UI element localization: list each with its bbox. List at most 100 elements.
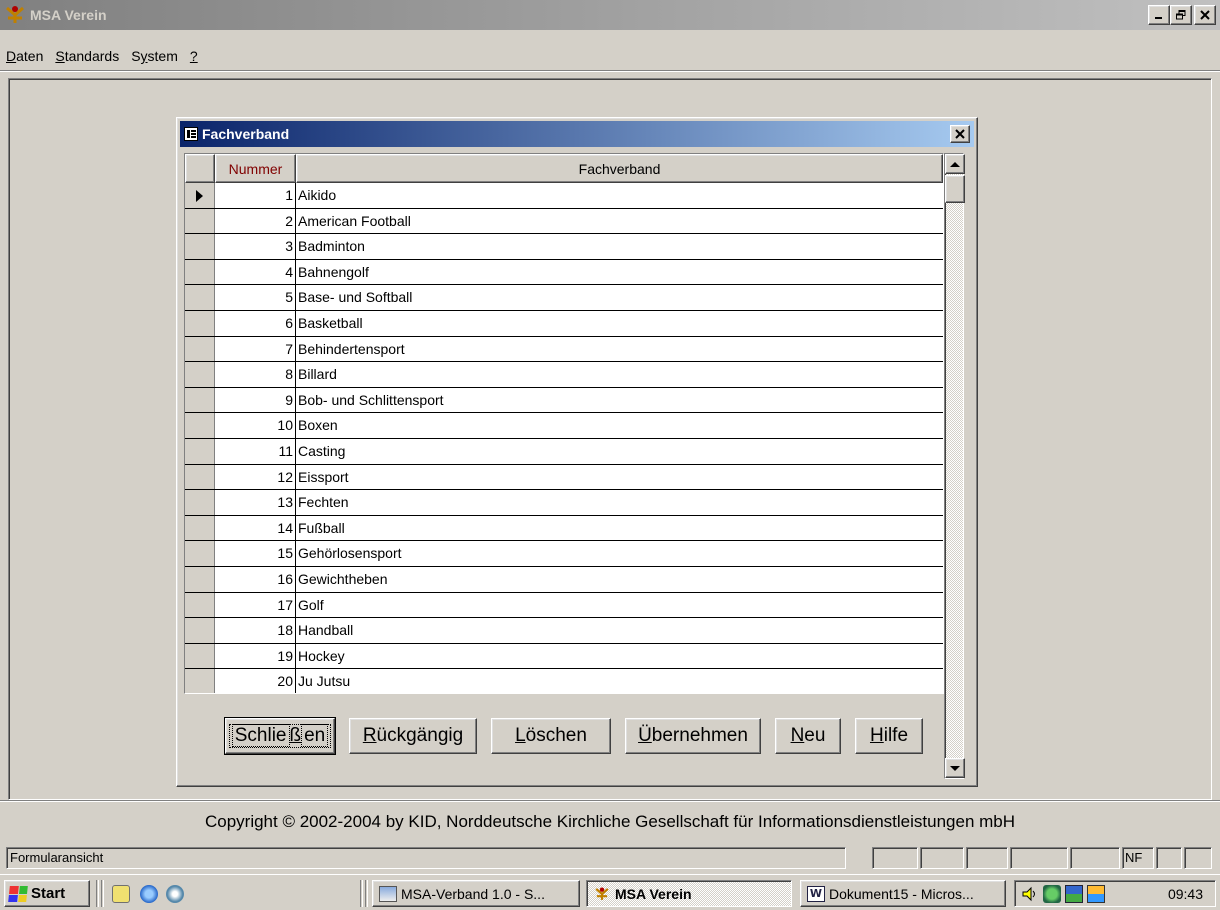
record-selector[interactable] [185, 362, 215, 387]
news-icon[interactable] [1065, 884, 1083, 903]
table-row[interactable]: 17 Golf [185, 592, 943, 619]
cell-nummer[interactable]: 20 [215, 669, 296, 693]
cell-fachverband[interactable]: Golf [296, 593, 943, 618]
record-selector[interactable] [185, 438, 215, 464]
record-selector[interactable] [185, 413, 215, 438]
table-row[interactable]: 10 Boxen [185, 413, 943, 439]
rueckgaengig-button[interactable]: Rückgängig [349, 718, 477, 754]
form-close-button[interactable] [950, 125, 970, 143]
menu-help[interactable]: ? [184, 48, 204, 64]
column-header-nummer[interactable]: Nummer [215, 154, 296, 183]
table-row[interactable]: 8 Billard [185, 362, 943, 388]
volume-icon[interactable] [1021, 885, 1039, 903]
record-selector[interactable] [185, 387, 215, 413]
table-row[interactable]: 5 Base- und Softball [185, 285, 943, 311]
table-row[interactable]: 2 American Football [185, 208, 943, 235]
column-header-fachverband[interactable]: Fachverband [296, 154, 943, 183]
hilfe-button[interactable]: Hilfe [855, 718, 923, 754]
table-row[interactable]: 3 Badminton [185, 234, 943, 260]
table-row[interactable]: 12 Eissport [185, 464, 943, 491]
scroll-up-button[interactable] [945, 154, 965, 174]
cell-nummer[interactable]: 6 [215, 310, 296, 336]
record-selector[interactable] [185, 310, 215, 336]
table-row[interactable]: 11 Casting [185, 438, 943, 465]
minimize-button[interactable] [1148, 5, 1170, 25]
cell-nummer[interactable]: 13 [215, 490, 296, 515]
record-selector[interactable] [185, 336, 215, 362]
record-selector[interactable] [185, 183, 215, 208]
app-tray-icon[interactable] [1087, 884, 1105, 903]
table-row[interactable]: 14 Fußball [185, 515, 943, 542]
record-selector[interactable] [185, 515, 215, 541]
select-all-cell[interactable] [185, 154, 215, 183]
show-desktop-icon[interactable] [112, 885, 130, 903]
record-selector[interactable] [185, 566, 215, 592]
vertical-scrollbar[interactable] [944, 153, 965, 779]
table-row[interactable]: 18 Handball [185, 618, 943, 644]
cell-fachverband[interactable]: Eissport [296, 465, 943, 490]
table-row[interactable]: 13 Fechten [185, 490, 943, 516]
cell-nummer[interactable]: 12 [215, 464, 296, 490]
scroll-thumb[interactable] [945, 175, 965, 203]
task-msa-verband[interactable]: MSA-Verband 1.0 - S... [372, 880, 580, 907]
table-row[interactable]: 19 Hockey [185, 643, 943, 670]
cell-nummer[interactable]: 14 [215, 515, 296, 541]
record-selector[interactable] [185, 208, 215, 234]
cell-nummer[interactable]: 5 [215, 285, 296, 310]
table-row[interactable]: 15 Gehörlosensport [185, 541, 943, 567]
cell-fachverband[interactable]: Bob- und Schlittensport [296, 388, 943, 413]
table-row[interactable]: 16 Gewichtheben [185, 566, 943, 593]
cell-fachverband[interactable]: Gewichtheben [296, 567, 943, 592]
record-selector[interactable] [185, 592, 215, 618]
scroll-down-button[interactable] [945, 758, 965, 778]
start-button[interactable]: Start [4, 880, 90, 907]
cell-nummer[interactable]: 15 [215, 541, 296, 566]
cell-nummer[interactable]: 8 [215, 362, 296, 387]
record-selector[interactable] [185, 285, 215, 310]
cell-nummer[interactable]: 3 [215, 234, 296, 259]
cell-fachverband[interactable]: Casting [296, 439, 943, 464]
form-title-bar[interactable]: Fachverband [180, 121, 974, 147]
cell-fachverband[interactable]: Bahnengolf [296, 260, 943, 285]
record-selector[interactable] [185, 541, 215, 566]
cell-fachverband[interactable]: Hockey [296, 644, 943, 669]
task-word-document[interactable]: W Dokument15 - Micros... [800, 880, 1006, 907]
menu-standards[interactable]: Standards [49, 48, 125, 64]
cell-nummer[interactable]: 19 [215, 643, 296, 669]
cell-fachverband[interactable]: Boxen [296, 413, 943, 438]
record-selector[interactable] [185, 490, 215, 515]
close-button[interactable] [1194, 5, 1216, 25]
restore-button[interactable] [1170, 5, 1192, 25]
cell-fachverband[interactable]: Basketball [296, 311, 943, 336]
cell-fachverband[interactable]: Billard [296, 362, 943, 387]
table-row[interactable]: 9 Bob- und Schlittensport [185, 387, 943, 414]
menu-daten[interactable]: Daten [0, 48, 49, 64]
cell-nummer[interactable]: 1 [215, 183, 296, 208]
cell-fachverband[interactable]: Handball [296, 618, 943, 643]
loeschen-button[interactable]: Löschen [491, 718, 611, 754]
table-row[interactable]: 20 Ju Jutsu [185, 669, 943, 693]
cell-fachverband[interactable]: Fechten [296, 490, 943, 515]
cell-nummer[interactable]: 18 [215, 618, 296, 643]
cell-fachverband[interactable]: American Football [296, 209, 943, 234]
menu-system[interactable]: System [125, 48, 184, 64]
network-icon[interactable] [1043, 884, 1061, 903]
record-selector[interactable] [185, 259, 215, 285]
record-selector[interactable] [185, 618, 215, 643]
cell-nummer[interactable]: 2 [215, 208, 296, 234]
cell-fachverband[interactable]: Gehörlosensport [296, 541, 943, 566]
table-row[interactable]: 6 Basketball [185, 310, 943, 337]
internet-explorer-icon[interactable] [140, 885, 158, 903]
record-selector[interactable] [185, 643, 215, 669]
cell-nummer[interactable]: 7 [215, 336, 296, 362]
cell-fachverband[interactable]: Ju Jutsu [296, 669, 943, 693]
cell-nummer[interactable]: 17 [215, 592, 296, 618]
cell-fachverband[interactable]: Behindertensport [296, 337, 943, 362]
cell-fachverband[interactable]: Badminton [296, 234, 943, 259]
cell-nummer[interactable]: 4 [215, 259, 296, 285]
schliessen-button[interactable]: Schlie ß en [224, 717, 336, 755]
table-row[interactable]: 7 Behindertensport [185, 336, 943, 363]
record-selector[interactable] [185, 464, 215, 490]
cell-nummer[interactable]: 16 [215, 566, 296, 592]
cell-fachverband[interactable]: Base- und Softball [296, 285, 943, 310]
